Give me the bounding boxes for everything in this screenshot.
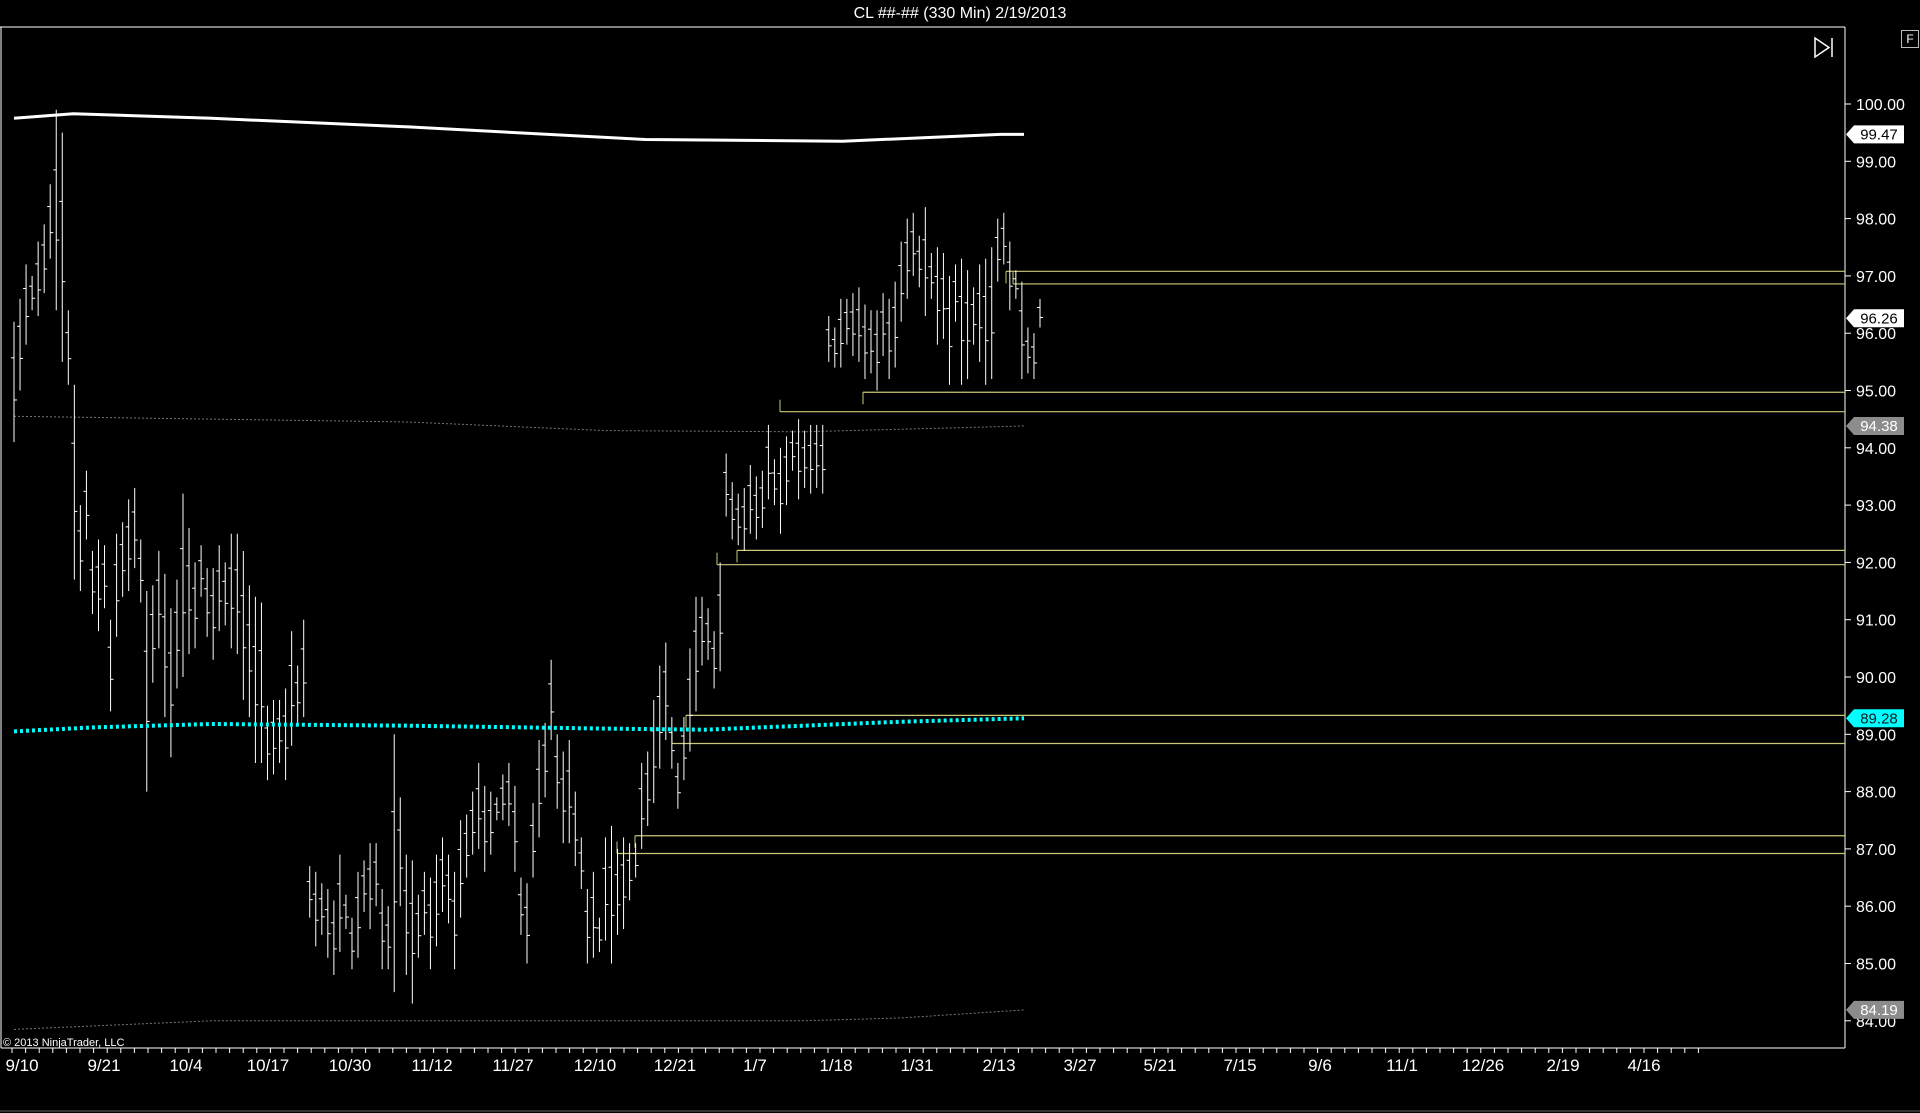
ohlc-bars <box>11 109 1043 1004</box>
y-tick-label: 94.00 <box>1856 441 1896 458</box>
price-chart[interactable]: 84.0085.0086.0087.0088.0089.0090.0091.00… <box>0 0 1920 1113</box>
x-tick-label: 2/19 <box>1546 1056 1579 1075</box>
y-tick-label: 95.00 <box>1856 384 1896 401</box>
x-tick-label: 10/4 <box>169 1056 202 1075</box>
y-tick-label: 86.00 <box>1856 899 1896 916</box>
y-tick-label: 88.00 <box>1856 785 1896 802</box>
upper-dotted-line <box>13 415 1025 433</box>
x-tick-label: 10/30 <box>329 1056 372 1075</box>
price-marker-label: 96.26 <box>1860 310 1898 327</box>
price-marker-label: 84.19 <box>1860 1002 1898 1019</box>
x-tick-label: 5/21 <box>1143 1056 1176 1075</box>
y-tick-label: 91.00 <box>1856 613 1896 630</box>
y-tick-label: 87.00 <box>1856 842 1896 859</box>
copyright-text: © 2013 NinjaTrader, LLC <box>3 1037 124 1049</box>
x-tick-label: 9/21 <box>87 1056 120 1075</box>
x-tick-label: 10/17 <box>247 1056 290 1075</box>
x-tick-label: 11/1 <box>1386 1056 1418 1075</box>
y-tick-label: 92.00 <box>1856 555 1896 572</box>
scroll-to-end-icon[interactable] <box>1814 36 1833 59</box>
x-tick-label: 12/26 <box>1462 1056 1505 1075</box>
y-tick-label: 96.00 <box>1856 326 1896 343</box>
price-marker-label: 94.38 <box>1860 418 1898 435</box>
upper-band-line <box>13 112 1024 143</box>
y-tick-label: 97.00 <box>1856 269 1896 286</box>
x-tick-label: 11/27 <box>492 1056 533 1075</box>
x-tick-label: 4/16 <box>1627 1056 1660 1075</box>
price-axis: 84.0085.0086.0087.0088.0089.0090.0091.00… <box>1845 97 1905 1031</box>
moving-averages <box>13 112 1025 734</box>
x-tick-label: 1/18 <box>819 1056 852 1075</box>
y-tick-label: 85.00 <box>1856 957 1896 974</box>
price-marker-label: 89.28 <box>1860 710 1898 727</box>
y-tick-label: 89.00 <box>1856 727 1896 744</box>
x-tick-label: 3/27 <box>1063 1056 1096 1075</box>
time-axis: 9/10 9/21 10/4 10/17 10/30 11/12 11/27 12/10 12/… <box>5 1048 1699 1075</box>
x-tick-label: 2/13 <box>982 1056 1015 1075</box>
x-tick-label: 12/10 <box>574 1056 617 1075</box>
support-resistance-levels <box>616 270 1845 855</box>
x-tick-label: 7/15 <box>1223 1056 1256 1075</box>
y-tick-label: 93.00 <box>1856 498 1896 515</box>
x-tick-label: 11/12 <box>411 1056 452 1075</box>
price-marker-label: 99.47 <box>1860 126 1898 143</box>
y-tick-label: 100.00 <box>1856 97 1905 114</box>
middle-ma-line <box>13 716 1025 734</box>
x-tick-label: 12/21 <box>654 1056 697 1075</box>
lower-dotted-line <box>13 1009 1025 1030</box>
y-tick-label: 90.00 <box>1856 670 1896 687</box>
x-tick-label: 1/7 <box>743 1056 767 1075</box>
y-tick-label: 98.00 <box>1856 212 1896 229</box>
x-tick-label: 9/6 <box>1308 1056 1332 1075</box>
x-tick-label: 9/10 <box>5 1056 38 1075</box>
y-tick-label: 99.00 <box>1856 154 1896 171</box>
x-tick-label: 1/31 <box>900 1056 933 1075</box>
